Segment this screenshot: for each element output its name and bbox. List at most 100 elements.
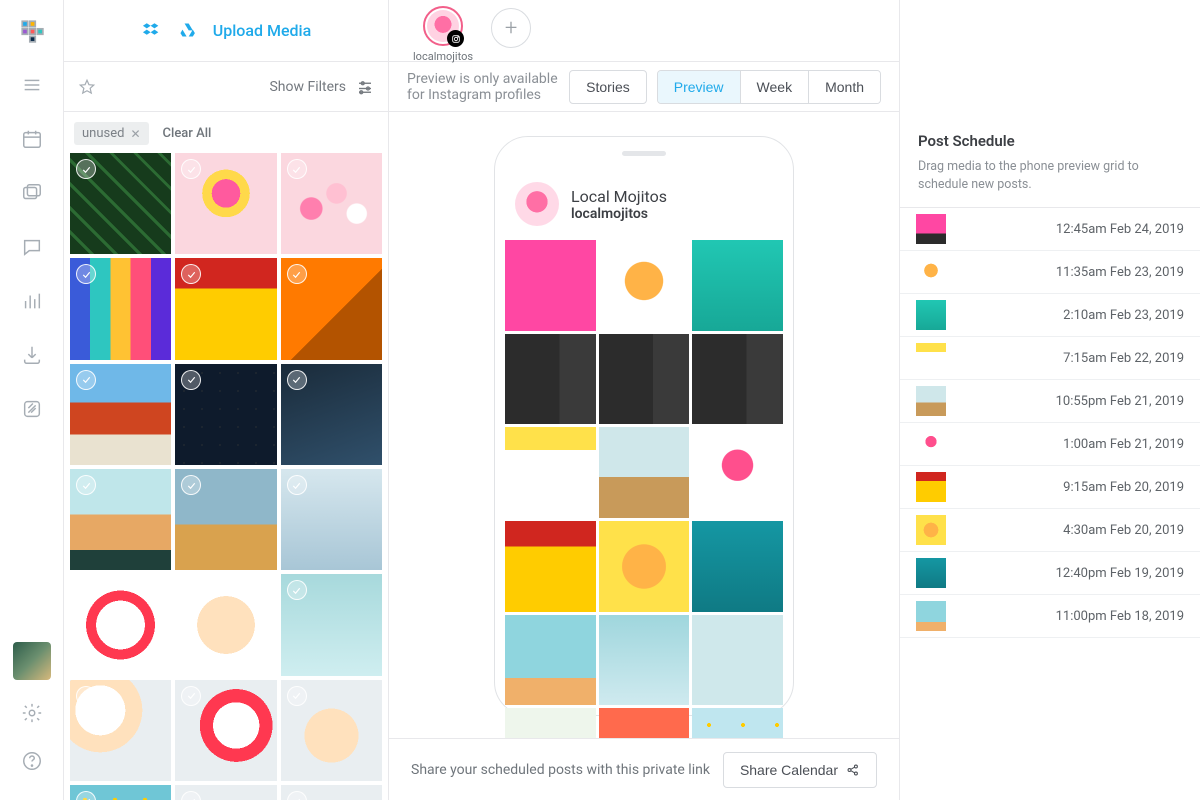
- schedule-item[interactable]: 1:00am Feb 21, 2019: [900, 423, 1200, 466]
- settings-icon[interactable]: [21, 702, 43, 728]
- help-icon[interactable]: [21, 750, 43, 776]
- media-thumbnail[interactable]: [70, 574, 171, 675]
- feed-cell[interactable]: [505, 240, 596, 331]
- show-filters-button[interactable]: Show Filters: [269, 79, 346, 95]
- schedule-item[interactable]: 10:55pm Feb 21, 2019: [900, 380, 1200, 423]
- media-thumbnail[interactable]: [175, 153, 276, 254]
- schedule-item[interactable]: 9:15am Feb 20, 2019: [900, 466, 1200, 509]
- stories-button[interactable]: Stories: [569, 70, 647, 104]
- feed-cell[interactable]: [692, 427, 783, 518]
- check-icon: [76, 264, 96, 284]
- media-thumbnail[interactable]: [70, 153, 171, 254]
- feed-cell[interactable]: [599, 708, 690, 738]
- feed-cell[interactable]: [599, 334, 690, 425]
- check-icon: [287, 370, 307, 390]
- media-thumbnail[interactable]: [175, 574, 276, 675]
- check-icon: [76, 475, 96, 495]
- media-thumbnail[interactable]: [175, 469, 276, 570]
- media-thumbnail[interactable]: [175, 680, 276, 781]
- share-description: Share your scheduled posts with this pri…: [411, 762, 710, 778]
- feed-cell[interactable]: [599, 427, 690, 518]
- media-thumbnail[interactable]: [175, 785, 276, 800]
- conversations-icon[interactable]: [21, 236, 43, 262]
- feed-cell[interactable]: [505, 521, 596, 612]
- media-thumbnail[interactable]: [70, 680, 171, 781]
- schedule-item[interactable]: 12:45am Feb 24, 2019: [900, 208, 1200, 251]
- close-icon[interactable]: ✕: [130, 127, 140, 141]
- tab-month[interactable]: Month: [808, 71, 880, 103]
- check-icon: [76, 580, 96, 600]
- schedule-time: 4:30am Feb 20, 2019: [1063, 523, 1184, 538]
- menu-icon[interactable]: [21, 74, 43, 100]
- media-thumbnail[interactable]: [70, 785, 171, 800]
- check-icon: [287, 475, 307, 495]
- analytics-icon[interactable]: [21, 290, 43, 316]
- view-segmented-control: Preview Week Month: [657, 70, 881, 104]
- check-icon: [287, 264, 307, 284]
- profile-avatar: [515, 182, 559, 226]
- profile-chip[interactable]: localmojitos: [413, 6, 473, 63]
- media-thumbnail[interactable]: [281, 364, 382, 465]
- feed-cell[interactable]: [599, 615, 690, 706]
- clear-all-button[interactable]: Clear All: [163, 126, 212, 141]
- media-thumbnail[interactable]: [281, 785, 382, 800]
- schedule-thumbnail: [916, 214, 946, 244]
- feed-cell[interactable]: [692, 615, 783, 706]
- schedule-item[interactable]: 11:00pm Feb 18, 2019: [900, 595, 1200, 638]
- media-thumbnail[interactable]: [281, 680, 382, 781]
- schedule-item[interactable]: 12:40pm Feb 19, 2019: [900, 552, 1200, 595]
- schedule-time: 12:40pm Feb 19, 2019: [1056, 566, 1184, 581]
- add-profile-button[interactable]: +: [491, 8, 531, 48]
- tab-preview[interactable]: Preview: [658, 71, 740, 103]
- feed-cell[interactable]: [599, 240, 690, 331]
- download-icon[interactable]: [21, 344, 43, 370]
- schedule-panel: Post Schedule Drag media to the phone pr…: [900, 0, 1200, 800]
- media-thumbnail[interactable]: [281, 258, 382, 359]
- feed-cell[interactable]: [692, 240, 783, 331]
- preview-notice: Preview is only available for Instagram …: [407, 71, 569, 103]
- schedule-item[interactable]: 2:10am Feb 23, 2019: [900, 294, 1200, 337]
- feed-cell[interactable]: [692, 521, 783, 612]
- preview-panel: localmojitos + Preview is only available…: [389, 0, 900, 800]
- schedule-thumbnail: [916, 429, 946, 459]
- share-calendar-button[interactable]: Share Calendar: [723, 752, 877, 788]
- feed-cell[interactable]: [505, 427, 596, 518]
- upload-media-button[interactable]: Upload Media: [213, 21, 312, 40]
- tab-week[interactable]: Week: [740, 71, 809, 103]
- favorite-icon[interactable]: [78, 78, 96, 96]
- app-logo: [19, 18, 45, 44]
- media-thumbnail[interactable]: [281, 574, 382, 675]
- schedule-item[interactable]: 11:35am Feb 23, 2019: [900, 251, 1200, 294]
- schedule-time: 9:15am Feb 20, 2019: [1063, 480, 1184, 495]
- calendar-icon[interactable]: [21, 128, 43, 154]
- feed-cell[interactable]: [505, 334, 596, 425]
- schedule-time: 1:00am Feb 21, 2019: [1063, 437, 1184, 452]
- dropbox-icon[interactable]: [141, 20, 163, 42]
- user-avatar[interactable]: [13, 642, 51, 680]
- check-icon: [181, 686, 201, 706]
- feed-cell[interactable]: [505, 615, 596, 706]
- check-icon: [76, 791, 96, 800]
- filters-icon[interactable]: [356, 78, 374, 96]
- check-icon: [287, 159, 307, 179]
- feed-cell[interactable]: [505, 708, 596, 738]
- media-thumbnail[interactable]: [281, 153, 382, 254]
- media-thumbnail[interactable]: [70, 364, 171, 465]
- schedule-item[interactable]: 4:30am Feb 20, 2019: [900, 509, 1200, 552]
- media-thumbnail[interactable]: [70, 258, 171, 359]
- feed-cell[interactable]: [692, 334, 783, 425]
- media-thumbnail[interactable]: [175, 258, 276, 359]
- media-thumbnail[interactable]: [70, 469, 171, 570]
- schedule-item[interactable]: 7:15am Feb 22, 2019: [900, 337, 1200, 380]
- linkinbio-icon[interactable]: [21, 398, 43, 424]
- google-drive-icon[interactable]: [177, 20, 199, 42]
- media-thumbnail[interactable]: [281, 469, 382, 570]
- profile-username: localmojitos: [571, 206, 667, 222]
- media-thumbnail[interactable]: [175, 364, 276, 465]
- filter-tag-unused[interactable]: unused✕: [74, 122, 149, 145]
- feed-cell[interactable]: [599, 521, 690, 612]
- instagram-feed-grid[interactable]: [505, 240, 783, 738]
- feed-cell[interactable]: [692, 708, 783, 738]
- media-library-icon[interactable]: [21, 182, 43, 208]
- check-icon: [287, 686, 307, 706]
